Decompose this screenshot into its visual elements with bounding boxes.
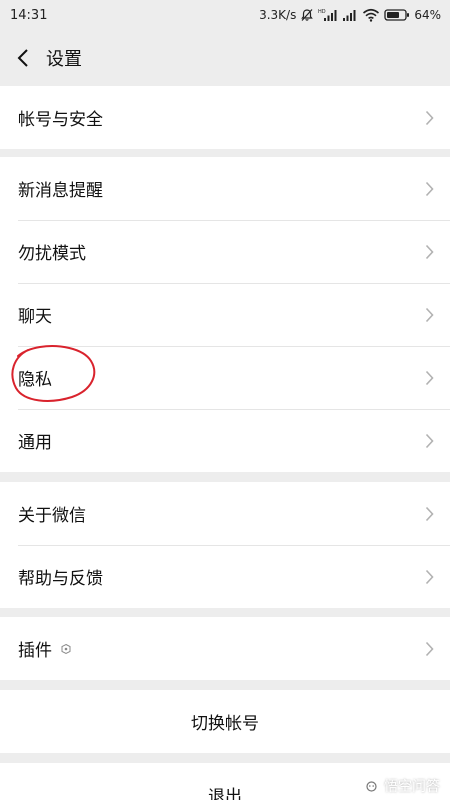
settings-item-label: 隐私 xyxy=(18,370,52,390)
settings-group-about: 关于微信 帮助与反馈 xyxy=(0,482,450,608)
watermark-logo-icon xyxy=(363,777,380,795)
settings-item-label: 插件 xyxy=(18,641,52,661)
signal-icon xyxy=(342,8,358,22)
page-title: 设置 xyxy=(46,49,82,70)
switch-account-button[interactable]: 切换帐号 xyxy=(0,690,450,753)
settings-item-new-message-alerts[interactable]: 新消息提醒 xyxy=(0,157,450,220)
settings-item-label: 聊天 xyxy=(18,307,52,327)
chevron-right-icon xyxy=(425,244,434,259)
chevron-right-icon xyxy=(425,506,434,521)
settings-item-chats[interactable]: 聊天 xyxy=(0,283,450,346)
watermark-text: 悟空问答 xyxy=(384,779,440,795)
settings-group-plugins: 插件 xyxy=(0,617,450,680)
settings-item-label: 帮助与反馈 xyxy=(18,569,103,589)
settings-item-about-wechat[interactable]: 关于微信 xyxy=(0,482,450,545)
chevron-right-icon xyxy=(425,307,434,322)
chevron-right-icon xyxy=(425,110,434,125)
status-indicators: 3.3K/s HD 64% xyxy=(259,8,441,22)
settings-group-general: 新消息提醒 勿扰模式 聊天 隐私 通用 xyxy=(0,157,450,472)
chevron-right-icon xyxy=(425,370,434,385)
settings-item-label: 勿扰模式 xyxy=(18,244,86,264)
battery-icon xyxy=(384,8,410,22)
chevron-right-icon xyxy=(425,181,434,196)
status-bar: 14:31 3.3K/s HD 64% xyxy=(0,0,450,30)
settings-item-account-security[interactable]: 帐号与安全 xyxy=(0,86,450,149)
network-speed: 3.3K/s xyxy=(259,8,297,22)
settings-item-label: 通用 xyxy=(18,433,52,453)
chevron-right-icon xyxy=(425,433,434,448)
settings-item-general[interactable]: 通用 xyxy=(0,409,450,472)
settings-item-help-feedback[interactable]: 帮助与反馈 xyxy=(0,545,450,608)
settings-item-label: 关于微信 xyxy=(18,506,86,526)
switch-account-label: 切换帐号 xyxy=(191,714,259,734)
back-button[interactable] xyxy=(12,43,34,73)
settings-item-do-not-disturb[interactable]: 勿扰模式 xyxy=(0,220,450,283)
watermark: 悟空问答 xyxy=(363,776,440,796)
wifi-icon xyxy=(362,8,380,22)
settings-group-account: 帐号与安全 xyxy=(0,86,450,149)
status-time: 14:31 xyxy=(10,7,48,23)
mute-icon xyxy=(300,8,314,22)
settings-item-label: 新消息提醒 xyxy=(18,181,103,201)
battery-percent: 64% xyxy=(414,8,441,22)
switch-account-group: 切换帐号 xyxy=(0,690,450,753)
logout-label: 退出 xyxy=(208,787,242,800)
back-arrow-icon xyxy=(17,49,28,67)
settings-item-privacy[interactable]: 隐私 xyxy=(0,346,450,409)
settings-item-label: 帐号与安全 xyxy=(18,110,103,130)
svg-text:HD: HD xyxy=(318,9,326,15)
nav-bar: 设置 xyxy=(0,30,450,86)
hd-signal-icon: HD xyxy=(318,8,338,22)
chevron-right-icon xyxy=(425,569,434,584)
settings-item-plugins[interactable]: 插件 xyxy=(0,617,450,680)
chevron-right-icon xyxy=(425,641,434,656)
plugin-icon xyxy=(60,643,72,655)
